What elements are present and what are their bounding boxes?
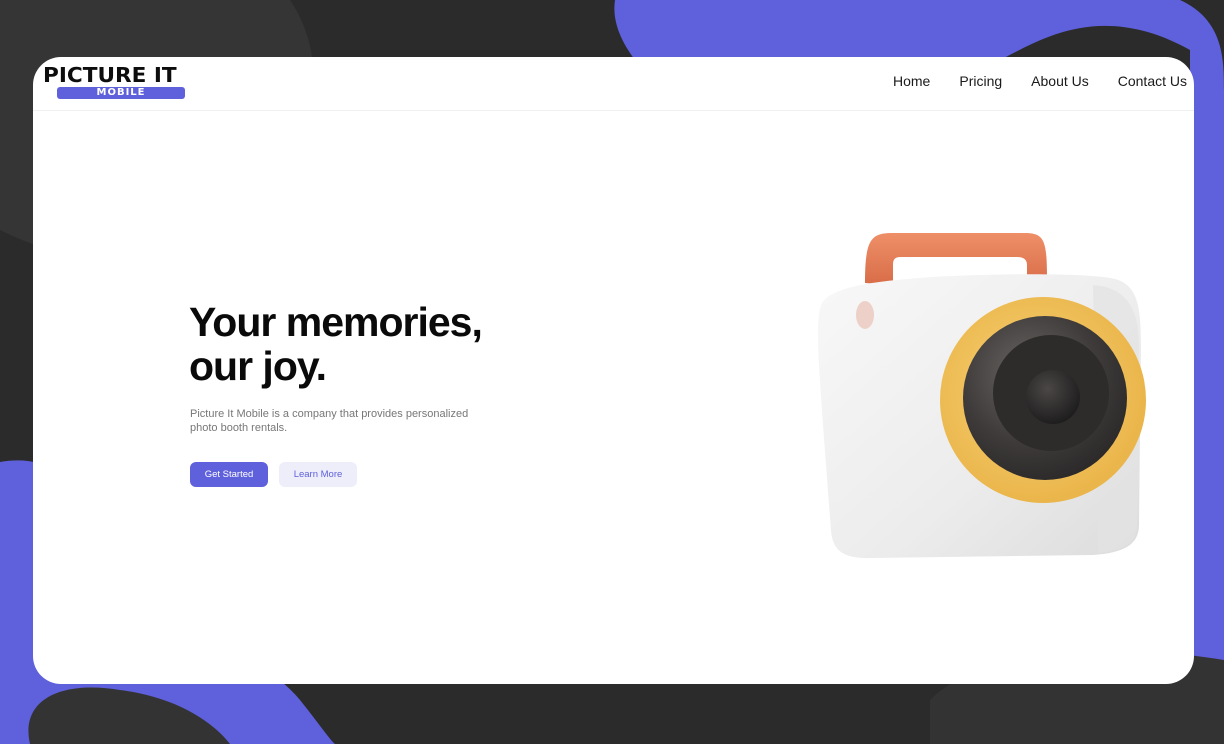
nav-pricing[interactable]: Pricing [959,73,1002,89]
get-started-button[interactable]: Get Started [190,462,268,487]
browser-frame: PICTURE IT MOBILE Home Pricing About Us … [33,57,1194,684]
hero-title-line-2: our joy. [189,343,327,389]
logo-subtitle: MOBILE [57,87,185,99]
nav-contact[interactable]: Contact Us [1118,73,1187,89]
logo-wordmark: PICTURE IT [43,63,177,87]
lens-core [1026,370,1080,424]
camera-illustration [817,233,1146,559]
camera-button [856,301,874,329]
hero-title: Your memories, our joy. [189,299,483,389]
main-nav: Home Pricing About Us Contact Us [893,73,1187,89]
logo[interactable]: PICTURE IT MOBILE [43,63,203,100]
learn-more-button[interactable]: Learn More [279,462,357,487]
hero-description: Picture It Mobile is a company that prov… [190,408,469,434]
nav-home[interactable]: Home [893,73,930,89]
nav-about[interactable]: About Us [1031,73,1089,89]
site-header: PICTURE IT MOBILE Home Pricing About Us … [33,57,1194,111]
hero-title-line-1: Your memories, [189,299,483,345]
